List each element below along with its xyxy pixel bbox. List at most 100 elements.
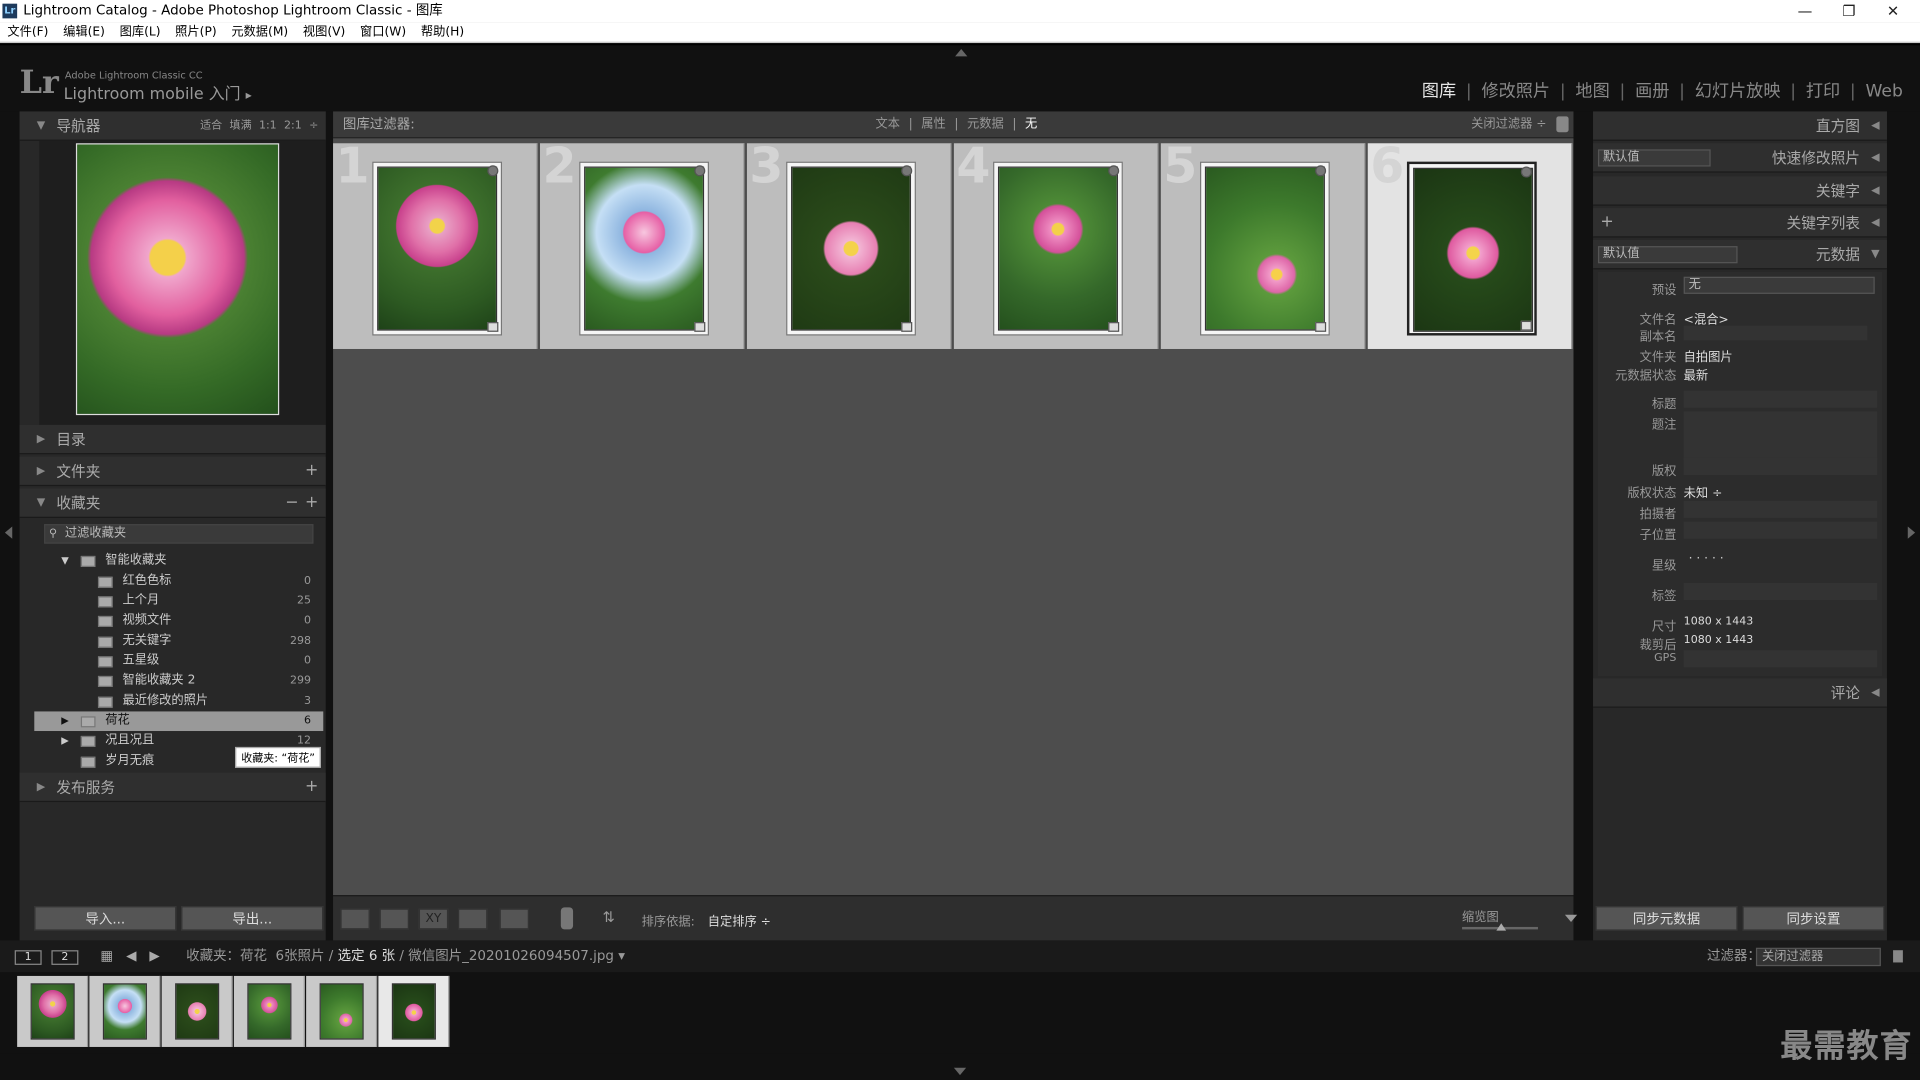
thumbnail-image[interactable]: [584, 166, 705, 331]
copyright-status-dropdown[interactable]: 未知 ÷: [1684, 482, 1723, 500]
collapse-right-panel-icon[interactable]: [1907, 526, 1916, 539]
smart-collection-item[interactable]: 视频文件 0: [34, 611, 323, 631]
sort-dropdown[interactable]: 自定排序 ÷: [708, 911, 771, 929]
filmstrip-thumb[interactable]: [17, 975, 89, 1047]
toolbar-menu-icon[interactable]: [1564, 914, 1578, 923]
add-publish-service-icon[interactable]: +: [305, 773, 318, 802]
lock-icon[interactable]: [1556, 116, 1569, 133]
maximize-icon[interactable]: ❐: [1827, 0, 1871, 22]
zoom-fill[interactable]: 填满: [230, 120, 252, 132]
menu-metadata[interactable]: 元数据(M): [231, 26, 288, 39]
filter-lock-icon[interactable]: [1893, 950, 1903, 963]
filmstrip-thumb[interactable]: [89, 975, 161, 1047]
menu-help[interactable]: 帮助(H): [421, 26, 464, 39]
people-view-icon[interactable]: [499, 908, 529, 930]
grid-cell[interactable]: 5: [1160, 138, 1366, 349]
collapse-left-panel-icon[interactable]: [4, 526, 13, 539]
thumbnail-image[interactable]: [1413, 167, 1534, 332]
filmstrip-image[interactable]: [319, 983, 364, 1040]
zoom-2-1[interactable]: 2:1: [284, 120, 302, 132]
forward-arrow-icon[interactable]: ▶: [149, 940, 159, 972]
folder-value[interactable]: 自拍图片: [1684, 347, 1733, 364]
slider-thumb-icon[interactable]: [1496, 923, 1507, 931]
grid-cell[interactable]: 2: [540, 138, 745, 349]
filter-text-tab[interactable]: 文本: [876, 118, 900, 131]
quick-collection-marker-icon[interactable]: [487, 165, 499, 177]
painter-spray-icon[interactable]: [560, 907, 574, 930]
secondary-window-button[interactable]: 2: [51, 950, 79, 965]
menu-edit[interactable]: 编辑(E): [63, 26, 105, 39]
remove-collection-icon[interactable]: −: [285, 489, 298, 518]
module-book[interactable]: 画册: [1635, 82, 1669, 102]
add-collection-icon[interactable]: +: [305, 489, 318, 518]
filmstrip-image[interactable]: [102, 983, 147, 1040]
comments-header[interactable]: 评论 ◀: [1593, 678, 1887, 708]
publish-services-header[interactable]: ▶ 发布服务 +: [19, 772, 326, 803]
smart-collection-item[interactable]: 最近修改的照片 3: [34, 692, 323, 712]
smart-collection-item[interactable]: 红色色标 0: [34, 572, 323, 592]
metadata-header[interactable]: 默认值 元数据 ▼: [1593, 240, 1887, 270]
compare-view-icon[interactable]: XY: [418, 908, 449, 930]
filmstrip-filter-dropdown[interactable]: 关闭过滤器: [1755, 947, 1881, 967]
navigator-preview-image[interactable]: [75, 143, 280, 416]
zoom-stepper-icon[interactable]: ÷: [309, 120, 318, 132]
source-path[interactable]: 收藏夹：荷花 6张照片 / 选定 6 张 / 微信图片_202010260945…: [186, 940, 625, 972]
filmstrip-thumb-selected[interactable]: [378, 975, 450, 1047]
import-button[interactable]: 导入...: [34, 906, 177, 931]
filmstrip-image[interactable]: [247, 983, 292, 1040]
histogram-header[interactable]: 直方图 ◀: [1593, 111, 1887, 141]
loupe-view-icon[interactable]: [379, 908, 409, 930]
title-field[interactable]: [1683, 390, 1878, 408]
creator-field[interactable]: [1683, 500, 1878, 518]
folders-header[interactable]: ▶ 文件夹 +: [19, 456, 326, 487]
filter-preset-dropdown[interactable]: 关闭过滤器 ÷: [1471, 111, 1546, 138]
collection-item-lotus[interactable]: ▶ 荷花 6: [34, 711, 324, 732]
sort-direction-icon[interactable]: ⇅: [602, 909, 614, 926]
metadata-preset-field[interactable]: 无: [1683, 276, 1875, 294]
smart-collection-item[interactable]: 五星级 0: [34, 651, 323, 671]
primary-window-button[interactable]: 1: [14, 950, 42, 965]
menu-library[interactable]: 图库(L): [120, 26, 161, 39]
gps-field[interactable]: [1683, 650, 1878, 668]
keyword-list-header[interactable]: + 关键字列表 ◀: [1593, 208, 1887, 238]
caption-field[interactable]: [1683, 411, 1878, 461]
filmstrip-image[interactable]: [175, 983, 220, 1040]
navigator-header[interactable]: ▼ 导航器 适合 填满 1:1 2:1 ÷: [19, 111, 326, 141]
quick-collection-marker-icon[interactable]: [901, 165, 913, 177]
smart-collection-item[interactable]: 上个月 25: [34, 591, 323, 611]
quick-collection-marker-icon[interactable]: [694, 165, 706, 177]
collections-header[interactable]: ▼ 收藏夹 − +: [19, 488, 326, 518]
close-icon[interactable]: ✕: [1871, 0, 1915, 22]
filmstrip-thumb[interactable]: [306, 975, 378, 1047]
zoom-1-1[interactable]: 1:1: [259, 120, 277, 132]
module-web[interactable]: Web: [1865, 82, 1902, 102]
minimize-icon[interactable]: —: [1783, 0, 1827, 22]
copyname-field[interactable]: [1683, 325, 1868, 341]
add-folder-icon[interactable]: +: [305, 457, 318, 486]
module-slideshow[interactable]: 幻灯片放映: [1695, 82, 1781, 102]
smart-collection-item[interactable]: 智能收藏夹 2 299: [34, 671, 323, 691]
quick-collection-marker-icon[interactable]: [1520, 166, 1532, 178]
catalog-header[interactable]: ▶ 目录: [19, 424, 326, 455]
identity-mobile-link[interactable]: Lightroom mobile 入门 ▸: [64, 81, 252, 104]
add-keyword-icon[interactable]: +: [1600, 208, 1613, 237]
sync-settings-button[interactable]: 同步设置: [1742, 906, 1885, 931]
quick-collection-marker-icon[interactable]: [1108, 165, 1120, 177]
quick-develop-preset-dropdown[interactable]: 默认值: [1597, 149, 1711, 167]
thumbnail-image[interactable]: [1204, 166, 1325, 331]
rating-stars[interactable]: · · · · ·: [1689, 552, 1724, 565]
menu-photo[interactable]: 照片(P): [175, 26, 216, 39]
filmstrip-image[interactable]: [30, 983, 75, 1040]
sync-metadata-button[interactable]: 同步元数据: [1595, 906, 1738, 931]
grid-cell[interactable]: 3: [746, 138, 952, 349]
collection-filter-input[interactable]: ⚲ 过滤收藏夹: [44, 524, 314, 544]
grid-icon[interactable]: ▦: [100, 940, 113, 972]
filter-none-tab[interactable]: 无: [1025, 118, 1037, 131]
menu-view[interactable]: 视图(V): [303, 26, 345, 39]
back-arrow-icon[interactable]: ◀: [126, 940, 136, 972]
quick-collection-marker-icon[interactable]: [1315, 165, 1327, 177]
module-map[interactable]: 地图: [1575, 82, 1609, 102]
smart-collection-set[interactable]: ▼ 智能收藏夹: [34, 551, 323, 571]
filmstrip-image[interactable]: [391, 983, 436, 1040]
quick-develop-header[interactable]: 默认值 快速修改照片 ◀: [1593, 143, 1887, 173]
